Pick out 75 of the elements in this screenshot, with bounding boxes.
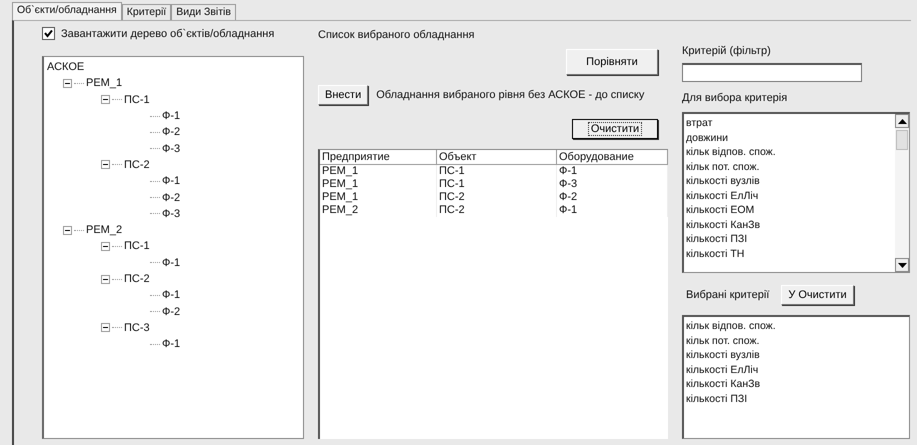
tree-item[interactable]: Ф-3 (162, 208, 180, 220)
tree-item[interactable]: ПС-1 (124, 94, 150, 106)
list-item[interactable]: кількості ЕлЛіч (686, 188, 893, 203)
table-cell: Ф-2 (557, 191, 668, 204)
add-hint: Обладнання вибраного рівня без АСКОЕ - до списку (376, 89, 644, 101)
checkbox[interactable] (42, 27, 55, 40)
list-item[interactable]: втрат (686, 116, 893, 130)
table-cell: РЕМ_1 (320, 165, 437, 178)
column-header[interactable]: Оборудование (557, 150, 668, 165)
tree-item[interactable]: Ф-1 (162, 338, 180, 350)
tree-item[interactable]: Ф-2 (162, 126, 180, 138)
table-cell: Ф-1 (557, 204, 668, 217)
scrollbar[interactable] (895, 114, 909, 272)
collapse-icon[interactable] (101, 274, 110, 284)
list-item[interactable]: кільк пот. спож. (686, 160, 893, 174)
tree-item[interactable]: Ф-3 (162, 142, 180, 155)
tree-item[interactable]: РЕМ_1 (86, 77, 122, 90)
compare-button[interactable]: Порівняти (566, 49, 658, 75)
collapse-icon[interactable] (101, 95, 110, 104)
list-item[interactable]: кількості КанЗв (686, 377, 907, 392)
list-item[interactable]: кількості вузлів (686, 174, 893, 188)
collapse-icon[interactable] (101, 242, 110, 251)
table-cell: Ф-3 (557, 178, 668, 191)
tab[interactable]: Види Звітів (171, 4, 236, 20)
list-label: Список вибраного обладнання (318, 29, 476, 41)
clear-chosen-button[interactable]: У Очистити (781, 285, 854, 305)
list-item[interactable]: кількості вузлів (686, 348, 907, 362)
list-item[interactable]: кількості ЕлЛіч (686, 362, 907, 377)
tree-item[interactable]: Ф-2 (162, 306, 180, 318)
tree-item[interactable]: РЕМ_2 (86, 224, 122, 236)
scroll-down-icon[interactable] (895, 258, 909, 272)
tree-item[interactable]: Ф-1 (162, 110, 180, 122)
tree-item[interactable]: ПС-2 (124, 158, 150, 171)
list-item[interactable]: кількості ПЗІ (686, 232, 893, 246)
list-item[interactable]: кільк пот. спож. (686, 334, 907, 348)
list-item[interactable]: кільк відпов. спож. (686, 319, 907, 334)
add-button[interactable]: Внести (318, 85, 368, 105)
table-cell: РЕМ_1 (320, 178, 437, 191)
criteria-label: Для вибора критерія (682, 92, 788, 104)
tree-item[interactable]: Ф-1 (162, 256, 180, 269)
list-item[interactable]: кількості ТН (686, 246, 893, 261)
scroll-up-icon[interactable] (895, 114, 909, 128)
list-item[interactable]: кільк відпов. спож. (686, 145, 893, 160)
list-item[interactable]: довжини (686, 130, 893, 145)
tree-item[interactable]: ПС-2 (124, 273, 150, 285)
column-header[interactable]: Объект (437, 150, 557, 165)
collapse-icon[interactable] (63, 226, 72, 235)
column-header[interactable]: Предприятие (320, 150, 437, 165)
tab[interactable]: Критерії (122, 4, 172, 20)
table-cell: Ф-1 (557, 165, 668, 178)
table-cell: ПС-2 (437, 191, 557, 204)
checkbox-label: Завантажити дерево об`єктів/обладнання (61, 28, 274, 40)
collapse-icon[interactable] (63, 78, 72, 88)
chosen-label: Вибрані критерії (686, 289, 770, 301)
tree-item[interactable]: Ф-2 (162, 192, 180, 204)
tree-item[interactable]: Ф-1 (162, 175, 180, 188)
clear-button[interactable]: Очистити (572, 119, 658, 139)
scroll-thumb[interactable] (896, 130, 908, 150)
tree-item[interactable]: ПС-3 (124, 322, 150, 334)
filter-label: Критерій (фільтр) (682, 45, 772, 57)
table-cell: РЕМ_1 (320, 191, 437, 204)
list-item[interactable]: кількості КанЗв (686, 218, 893, 232)
tree-item[interactable]: АСКОЕ (47, 61, 84, 74)
tree-item[interactable]: Ф-1 (162, 289, 180, 302)
filter-field[interactable] (682, 63, 862, 82)
table-cell: ПС-2 (437, 204, 557, 217)
tab[interactable]: Об`єкти/обладнання (12, 2, 122, 20)
table-cell: ПС-1 (437, 178, 557, 191)
collapse-icon[interactable] (101, 160, 110, 170)
collapse-icon[interactable] (101, 323, 110, 332)
tree-item[interactable]: ПС-1 (124, 240, 150, 252)
list-item[interactable]: кількості ЕОМ (686, 203, 893, 218)
table-cell: РЕМ_2 (320, 204, 437, 217)
list-item[interactable]: кількості ПЗІ (686, 392, 907, 406)
table-cell: ПС-1 (437, 165, 557, 178)
